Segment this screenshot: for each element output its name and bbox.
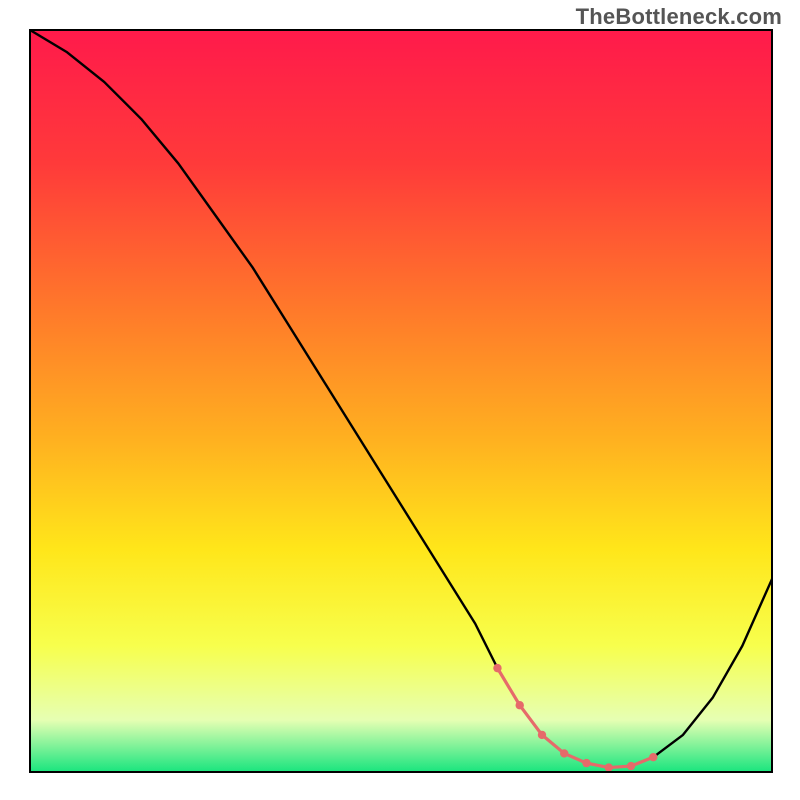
bottleneck-chart: [0, 0, 800, 800]
optimal-range-dot: [649, 753, 657, 761]
optimal-range-dot: [605, 763, 613, 771]
optimal-range-dot: [560, 749, 568, 757]
optimal-range-dot: [538, 731, 546, 739]
chart-container: TheBottleneck.com: [0, 0, 800, 800]
watermark-text: TheBottleneck.com: [576, 4, 782, 30]
optimal-range-dot: [493, 664, 501, 672]
gradient-background: [30, 30, 772, 772]
optimal-range-dot: [627, 762, 635, 770]
optimal-range-dot: [516, 701, 524, 709]
optimal-range-dot: [582, 759, 590, 767]
